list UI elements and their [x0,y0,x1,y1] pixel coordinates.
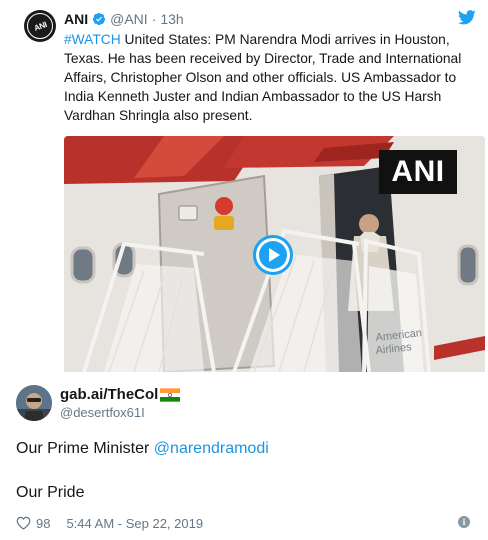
ani-avatar[interactable]: ANI [24,10,56,42]
play-button[interactable] [253,235,293,275]
mention-link[interactable]: @narendramodi [154,440,269,457]
play-icon [259,241,287,269]
quoted-tweet[interactable]: ANI ANI @ANI · 13h #WATCH United States:… [10,0,486,372]
india-flag-icon [160,387,181,402]
tweet-footer: 98 5:44 AM - Sep 22, 2019 [16,514,203,532]
ani-avatar-text: ANI [32,19,48,33]
ani-logo: ANI [27,13,53,39]
reply-avatar-photo [16,385,52,421]
heart-icon[interactable] [16,516,31,530]
verified-badge-icon [93,12,106,26]
reply-timestamp[interactable]: 5:44 AM - Sep 22, 2019 [66,516,203,531]
reply-author-name-row[interactable]: gab.ai/TheCol [60,386,181,403]
twitter-bird-icon[interactable] [458,10,476,25]
ani-watermark-text: ANI [391,155,445,188]
quoted-timestamp[interactable]: 13h [160,11,183,27]
reply-avatar[interactable] [16,385,52,421]
quoted-author-name[interactable]: ANI [64,11,88,27]
quoted-tweet-body: United States: PM Narendra Modi arrives … [64,32,462,123]
reply-text-line-1: Our Prime Minister @narendramodi [16,440,269,458]
like-count[interactable]: 98 [36,516,50,531]
header-separator: · [151,11,157,27]
reply-author-name[interactable]: gab.ai/TheCol [60,386,158,403]
ani-watermark: ANI [379,150,457,194]
reply-text-prefix: Our Prime Minister [16,440,154,457]
quoted-tweet-text: #WATCH United States: PM Narendra Modi a… [64,30,464,125]
reply-author-handle[interactable]: @desertfox61I [60,405,145,420]
video-media[interactable]: American Airlines ANI [64,136,485,372]
watch-hashtag[interactable]: #WATCH [64,32,121,47]
reply-text-line-2: Our Pride [16,484,85,501]
info-icon[interactable]: i [458,516,470,528]
quoted-author-handle[interactable]: @ANI [110,11,148,27]
quoted-tweet-header: ANI @ANI · 13h [64,10,184,28]
